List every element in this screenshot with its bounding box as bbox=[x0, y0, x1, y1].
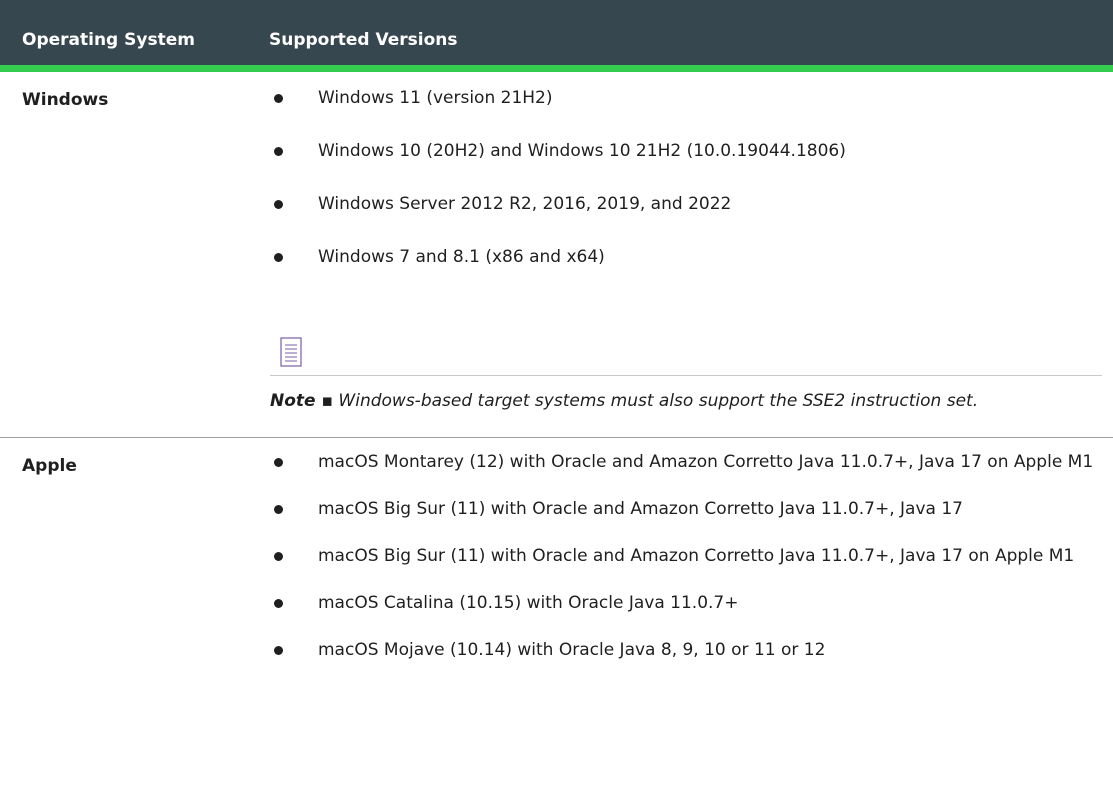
bullet-icon bbox=[274, 253, 283, 262]
os-name-windows: Windows bbox=[22, 90, 109, 110]
note-divider bbox=[270, 375, 1102, 376]
version-text: macOS Mojave (10.14) with Oracle Java 8,… bbox=[318, 640, 826, 660]
list-item: Windows 7 and 8.1 (x86 and x64) bbox=[270, 243, 1100, 272]
bullet-icon bbox=[274, 147, 283, 156]
list-item: Windows 11 (version 21H2) bbox=[270, 84, 1100, 113]
column-header-supported-versions: Supported Versions bbox=[269, 30, 458, 50]
version-text: Windows Server 2012 R2, 2016, 2019, and … bbox=[318, 194, 732, 214]
bullet-icon bbox=[274, 200, 283, 209]
bullet-icon bbox=[274, 599, 283, 608]
column-header-operating-system: Operating System bbox=[22, 30, 195, 50]
bullet-icon bbox=[274, 646, 283, 655]
note-body: Windows-based target systems must also s… bbox=[338, 391, 979, 411]
versions-cell-windows: Windows 11 (version 21H2) Windows 10 (20… bbox=[270, 72, 1102, 411]
list-item: macOS Mojave (10.14) with Oracle Java 8,… bbox=[270, 636, 1100, 665]
version-text: macOS Big Sur (11) with Oracle and Amazo… bbox=[318, 546, 1075, 566]
list-item: macOS Big Sur (11) with Oracle and Amazo… bbox=[270, 495, 1100, 524]
table-row: Windows Windows 11 (version 21H2) Window… bbox=[0, 72, 1113, 438]
version-text: macOS Big Sur (11) with Oracle and Amazo… bbox=[318, 499, 963, 519]
version-text: macOS Montarey (12) with Oracle and Amaz… bbox=[318, 452, 1094, 472]
note-text: Note ▪ Windows-based target systems must… bbox=[270, 386, 990, 417]
list-item: Windows 10 (20H2) and Windows 10 21H2 (1… bbox=[270, 137, 1100, 166]
bullet-icon bbox=[274, 458, 283, 467]
list-item: macOS Big Sur (11) with Oracle and Amazo… bbox=[270, 542, 1100, 571]
version-text: macOS Catalina (10.15) with Oracle Java … bbox=[318, 593, 739, 613]
versions-list: Windows 11 (version 21H2) Windows 10 (20… bbox=[270, 72, 1100, 272]
os-name-apple: Apple bbox=[22, 456, 77, 476]
versions-cell-apple: macOS Montarey (12) with Oracle and Amaz… bbox=[270, 438, 1100, 683]
version-text: Windows 7 and 8.1 (x86 and x64) bbox=[318, 247, 605, 267]
version-text: Windows 10 (20H2) and Windows 10 21H2 (1… bbox=[318, 141, 846, 161]
note-block: Note ▪ Windows-based target systems must… bbox=[270, 337, 1102, 417]
table-header: Operating System Supported Versions bbox=[0, 0, 1113, 72]
bullet-icon bbox=[274, 552, 283, 561]
note-icon bbox=[280, 337, 302, 367]
list-item: macOS Catalina (10.15) with Oracle Java … bbox=[270, 589, 1100, 618]
list-item: Windows Server 2012 R2, 2016, 2019, and … bbox=[270, 190, 1100, 219]
table-row: Apple macOS Montarey (12) with Oracle an… bbox=[0, 438, 1113, 805]
bullet-icon bbox=[274, 94, 283, 103]
list-item: macOS Montarey (12) with Oracle and Amaz… bbox=[270, 448, 1100, 477]
note-label: Note ▪ bbox=[270, 391, 334, 411]
version-text: Windows 11 (version 21H2) bbox=[318, 88, 553, 108]
bullet-icon bbox=[274, 505, 283, 514]
versions-list: macOS Montarey (12) with Oracle and Amaz… bbox=[270, 438, 1100, 665]
supported-os-table: Operating System Supported Versions Wind… bbox=[0, 0, 1113, 805]
